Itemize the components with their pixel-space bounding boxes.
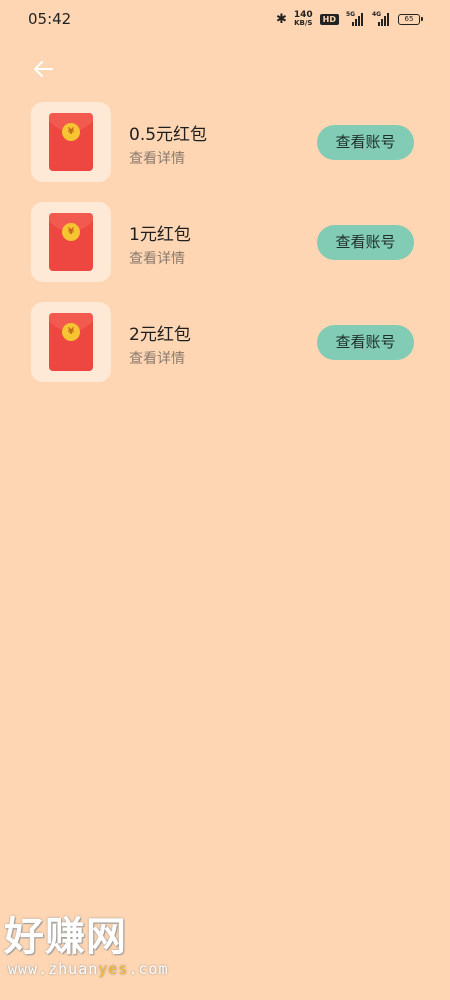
signal-5g-label: 5G — [346, 11, 356, 18]
red-packet-thumbnail: ¥ — [31, 302, 111, 382]
network-speed-unit: KB/S — [294, 19, 313, 27]
red-envelope-icon: ¥ — [49, 113, 93, 171]
list-item[interactable]: ¥ 2元红包 查看详情 查看账号 — [0, 302, 450, 402]
view-details-link[interactable]: 查看详情 — [129, 148, 185, 168]
watermark-url: www.zhuanyes.com — [8, 960, 200, 978]
battery-icon: 65 — [398, 13, 423, 25]
bluetooth-icon: ✱ — [275, 11, 287, 27]
red-packet-thumbnail: ¥ — [31, 102, 111, 182]
view-details-link[interactable]: 查看详情 — [129, 348, 185, 368]
watermark-url-highlight: yes — [98, 960, 129, 978]
list-item[interactable]: ¥ 0.5元红包 查看详情 查看账号 — [0, 102, 450, 202]
status-time: 05:42 — [28, 10, 72, 28]
view-account-button[interactable]: 查看账号 — [317, 225, 414, 260]
view-account-button[interactable]: 查看账号 — [317, 325, 414, 360]
red-packet-list: ¥ 0.5元红包 查看详情 查看账号 ¥ 1元红包 查看详情 查看账号 ¥ 2元… — [0, 102, 450, 402]
watermark-url-prefix: www.zhuan — [8, 960, 99, 978]
network-speed: 140 KB/S — [294, 11, 313, 27]
status-bar: 05:42 ✱ 140 KB/S HD 5G 4G 65 — [0, 0, 450, 38]
red-envelope-icon: ¥ — [49, 313, 93, 371]
watermark: 好赚网 www.zhuanyes.com — [0, 914, 200, 978]
red-packet-thumbnail: ¥ — [31, 202, 111, 282]
view-details-link[interactable]: 查看详情 — [129, 248, 185, 268]
arrow-left-icon — [34, 61, 53, 77]
status-icons: ✱ 140 KB/S HD 5G 4G 65 — [275, 9, 423, 29]
signal-4g-icon: 4G — [372, 11, 391, 26]
watermark-url-suffix: .com — [128, 960, 169, 978]
red-envelope-icon: ¥ — [49, 213, 93, 271]
screen: 05:42 ✱ 140 KB/S HD 5G 4G 65 ¥ 0.5元红包 查看… — [0, 0, 450, 1000]
view-account-button[interactable]: 查看账号 — [317, 125, 414, 160]
yuan-coin-icon: ¥ — [62, 123, 80, 141]
signal-4g-label: 4G — [372, 11, 382, 18]
item-title: 0.5元红包 — [129, 125, 208, 145]
hd-icon: HD — [319, 13, 339, 25]
back-button[interactable] — [30, 56, 56, 82]
signal-5g-icon: 5G — [346, 11, 365, 26]
item-title: 1元红包 — [129, 225, 191, 245]
yuan-coin-icon: ¥ — [62, 223, 80, 241]
watermark-name: 好赚网 — [4, 914, 127, 960]
item-title: 2元红包 — [129, 325, 191, 345]
list-item[interactable]: ¥ 1元红包 查看详情 查看账号 — [0, 202, 450, 302]
yuan-coin-icon: ¥ — [62, 323, 80, 341]
